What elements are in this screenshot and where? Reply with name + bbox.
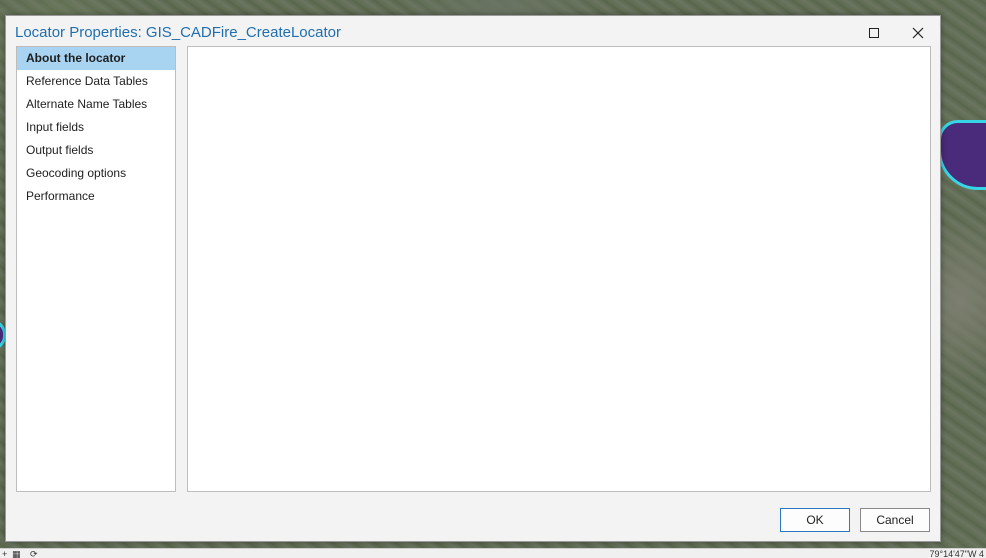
maximize-icon — [869, 28, 879, 38]
status-refresh-icon[interactable]: ⟳ — [30, 549, 38, 558]
dialog-titlebar[interactable]: Locator Properties: GIS_CADFire_CreateLo… — [6, 16, 940, 48]
locator-properties-dialog: Locator Properties: GIS_CADFire_CreateLo… — [5, 15, 941, 542]
map-river-feature-right[interactable] — [938, 120, 986, 190]
ok-button[interactable]: OK — [780, 508, 850, 532]
status-tool-icon[interactable]: + — [2, 549, 7, 558]
nav-item-input-fields[interactable]: Input fields — [17, 116, 175, 139]
maximize-button[interactable] — [854, 19, 894, 47]
properties-nav-list: About the locator Reference Data Tables … — [16, 46, 176, 492]
nav-item-output-fields[interactable]: Output fields — [17, 139, 175, 162]
status-bar: + ▦ ⟳ 79°14'47"W 4 — [0, 548, 986, 558]
nav-item-geocoding-options[interactable]: Geocoding options — [17, 162, 175, 185]
close-icon — [912, 27, 924, 39]
cancel-button[interactable]: Cancel — [860, 508, 930, 532]
close-button[interactable] — [898, 19, 938, 47]
nav-item-alternate-name-tables[interactable]: Alternate Name Tables — [17, 93, 175, 116]
nav-item-performance[interactable]: Performance — [17, 185, 175, 208]
coordinate-readout: 79°14'47"W 4 — [929, 549, 984, 558]
nav-item-reference-data-tables[interactable]: Reference Data Tables — [17, 70, 175, 93]
status-grid-icon[interactable]: ▦ — [12, 549, 21, 558]
dialog-title: Locator Properties: GIS_CADFire_CreateLo… — [15, 24, 341, 41]
properties-content-panel — [187, 46, 931, 492]
nav-item-about-the-locator[interactable]: About the locator — [17, 47, 175, 70]
